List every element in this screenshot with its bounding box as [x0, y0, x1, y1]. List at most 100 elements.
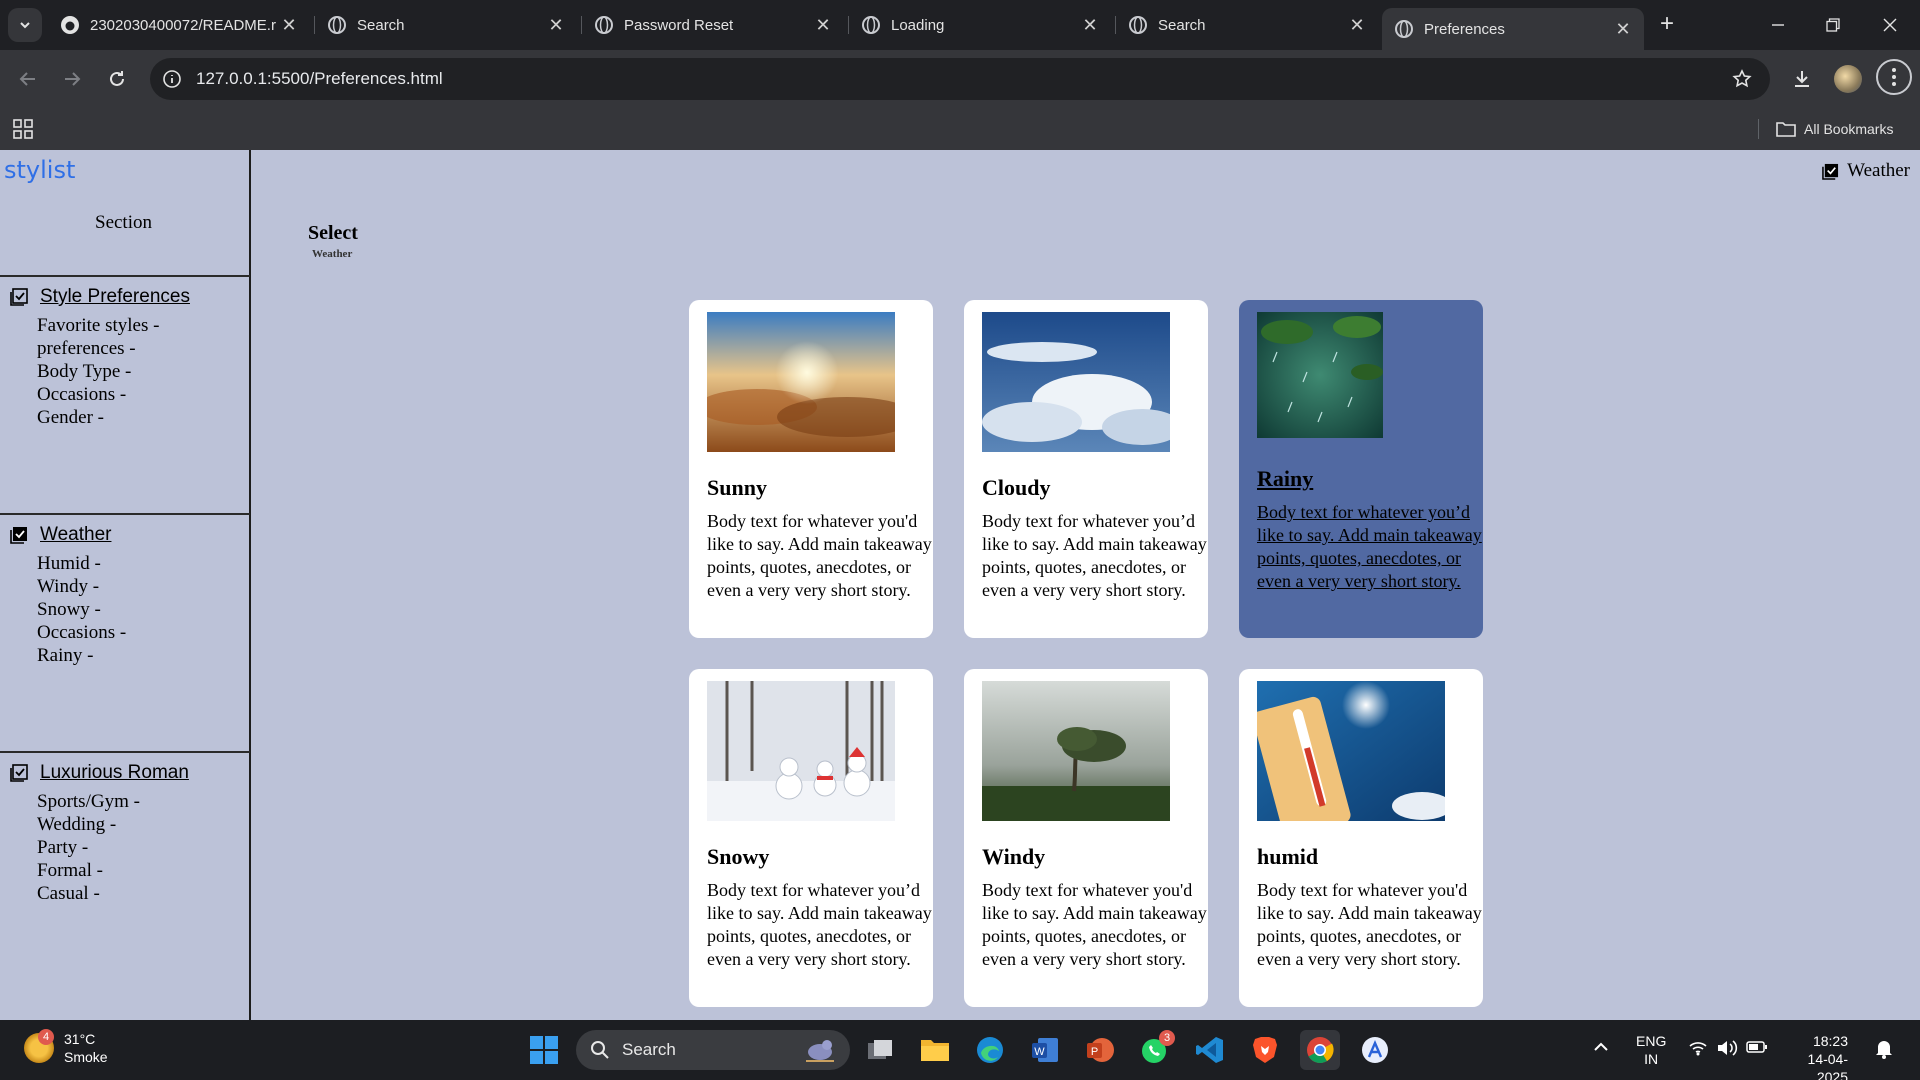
- new-tab-button[interactable]: +: [1652, 10, 1682, 40]
- close-icon[interactable]: ✕: [278, 15, 300, 36]
- globe-icon: [1129, 16, 1147, 34]
- windows-logo-icon: [530, 1036, 558, 1064]
- close-icon[interactable]: ✕: [1612, 19, 1634, 40]
- weather-indicator[interactable]: Weather: [1822, 160, 1910, 182]
- language-indicator[interactable]: ENG IN: [1636, 1032, 1666, 1068]
- edge-button[interactable]: [970, 1030, 1010, 1070]
- word-icon: W: [1032, 1038, 1058, 1062]
- tab-title: Search: [357, 16, 405, 34]
- weather-card-snowy[interactable]: Snowy Body text for whatever you’d like …: [689, 669, 933, 1007]
- taskbar-search-box[interactable]: Search: [576, 1030, 850, 1070]
- taskbar-weather-widget[interactable]: 4 31°C Smoke: [24, 1029, 108, 1066]
- vscode-button[interactable]: [1190, 1030, 1230, 1070]
- clock-time: 18:23: [1812, 1033, 1848, 1049]
- close-icon[interactable]: ✕: [1346, 15, 1368, 36]
- browser-tab[interactable]: Loading ✕: [849, 8, 1111, 42]
- weather-card-humid[interactable]: humid Body text for whatever you'd like …: [1239, 669, 1483, 1007]
- profile-avatar[interactable]: [1834, 65, 1862, 93]
- close-icon[interactable]: ✕: [1079, 15, 1101, 36]
- browser-menu-button[interactable]: [1876, 59, 1912, 95]
- rain-leaves-image: [1257, 312, 1383, 438]
- browser-tab[interactable]: Search ✕: [315, 8, 577, 42]
- card-title: Cloudy: [982, 475, 1051, 500]
- forward-button[interactable]: [56, 63, 88, 95]
- all-bookmarks-label: All Bookmarks: [1804, 121, 1894, 137]
- site-info-icon[interactable]: [160, 67, 184, 91]
- apps-grid-icon[interactable]: [12, 118, 34, 140]
- restore-button[interactable]: [1811, 8, 1855, 42]
- site-logo[interactable]: stylist: [4, 156, 75, 184]
- card-body: Body text for whatever you’d like to say…: [982, 511, 1207, 600]
- weather-description: Smoke: [64, 1049, 108, 1065]
- folder-icon: [921, 1040, 949, 1061]
- arrow-left-icon: [19, 72, 35, 86]
- close-icon[interactable]: ✕: [812, 15, 834, 36]
- list-item: Windy -: [37, 576, 100, 597]
- minimize-icon: [1772, 24, 1784, 26]
- browser-tab[interactable]: Password Reset ✕: [582, 8, 844, 42]
- notifications-bell-icon[interactable]: [1874, 1038, 1894, 1063]
- tab-search-button[interactable]: [8, 8, 42, 42]
- task-view-button[interactable]: [860, 1030, 900, 1070]
- all-bookmarks-button[interactable]: All Bookmarks: [1776, 116, 1893, 142]
- browser-tab-active[interactable]: Preferences ✕: [1382, 8, 1644, 50]
- weather-card-sunny[interactable]: Sunny Body text for whatever you'd like …: [689, 300, 933, 638]
- browser-toolbar: 127.0.0.1:5500/Preferences.html: [0, 50, 1920, 108]
- download-icon[interactable]: [1786, 63, 1818, 95]
- list-item: Formal -: [37, 860, 103, 881]
- sidebar-divider: [0, 513, 250, 515]
- search-icon: [591, 1041, 609, 1059]
- checkbox-icon[interactable]: [10, 288, 28, 306]
- browser-tab[interactable]: Search ✕: [1116, 8, 1378, 42]
- search-label: Search: [622, 1040, 676, 1059]
- wifi-icon[interactable]: [1688, 1040, 1708, 1059]
- clock[interactable]: 18:23 14-04-2025: [1780, 1032, 1848, 1080]
- tab-title: Loading: [891, 16, 945, 34]
- app-store-button[interactable]: [1355, 1030, 1395, 1070]
- list-item: Casual -: [37, 883, 100, 904]
- sidebar-link-style-preferences[interactable]: Style Preferences: [40, 286, 190, 308]
- list-item: Party -: [37, 837, 89, 858]
- sun-icon: 4: [24, 1029, 54, 1063]
- minimize-button[interactable]: [1756, 8, 1800, 42]
- sidebar-link-luxurious-roman[interactable]: Luxurious Roman: [40, 762, 189, 784]
- bookmark-star-icon[interactable]: [1730, 67, 1754, 91]
- list-item: Rainy -: [37, 645, 94, 666]
- thermometer-image: [1257, 681, 1445, 821]
- start-button[interactable]: [524, 1030, 564, 1070]
- battery-icon[interactable]: [1746, 1040, 1768, 1057]
- chevron-up-icon[interactable]: [1592, 1040, 1610, 1057]
- url-text[interactable]: 127.0.0.1:5500/Preferences.html: [196, 69, 443, 89]
- svg-text:P: P: [1091, 1046, 1098, 1058]
- volume-icon[interactable]: [1716, 1039, 1738, 1060]
- page-title: Select: [308, 222, 358, 244]
- task-view-icon: [868, 1040, 892, 1059]
- address-bar[interactable]: 127.0.0.1:5500/Preferences.html: [150, 58, 1770, 100]
- powerpoint-button[interactable]: P: [1080, 1030, 1120, 1070]
- word-button[interactable]: W: [1025, 1030, 1065, 1070]
- list-item: Occasions -: [37, 622, 127, 643]
- browser-tab[interactable]: 2302030400072/README.r ✕: [48, 8, 310, 42]
- sidebar: stylist Section Style Preferences Favori…: [0, 150, 251, 1020]
- a-app-icon: [1362, 1037, 1388, 1063]
- card-body: Body text for whatever you'd like to say…: [707, 511, 932, 600]
- brave-button[interactable]: [1245, 1030, 1285, 1070]
- back-button[interactable]: [12, 63, 44, 95]
- whatsapp-button[interactable]: 3: [1135, 1030, 1175, 1070]
- chevron-down-icon: [20, 22, 30, 29]
- sidebar-link-weather[interactable]: Weather: [40, 524, 111, 546]
- weather-card-cloudy[interactable]: Cloudy Body text for whatever you’d like…: [964, 300, 1208, 638]
- chrome-button[interactable]: [1300, 1030, 1340, 1070]
- file-explorer-button[interactable]: [915, 1030, 955, 1070]
- restore-icon: [1826, 18, 1840, 32]
- checkbox-icon[interactable]: [10, 764, 28, 782]
- weather-card-rainy[interactable]: Rainy Body text for whatever you’d like …: [1239, 300, 1483, 638]
- reload-button[interactable]: [101, 63, 133, 95]
- clock-date: 14-04-2025: [1807, 1051, 1848, 1080]
- weather-card-windy[interactable]: Windy Body text for whatever you'd like …: [964, 669, 1208, 1007]
- tab-title: Password Reset: [624, 16, 734, 34]
- close-icon[interactable]: ✕: [545, 15, 567, 36]
- globe-icon: [862, 16, 880, 34]
- close-window-button[interactable]: [1868, 8, 1912, 42]
- checkbox-checked-icon[interactable]: [10, 526, 28, 544]
